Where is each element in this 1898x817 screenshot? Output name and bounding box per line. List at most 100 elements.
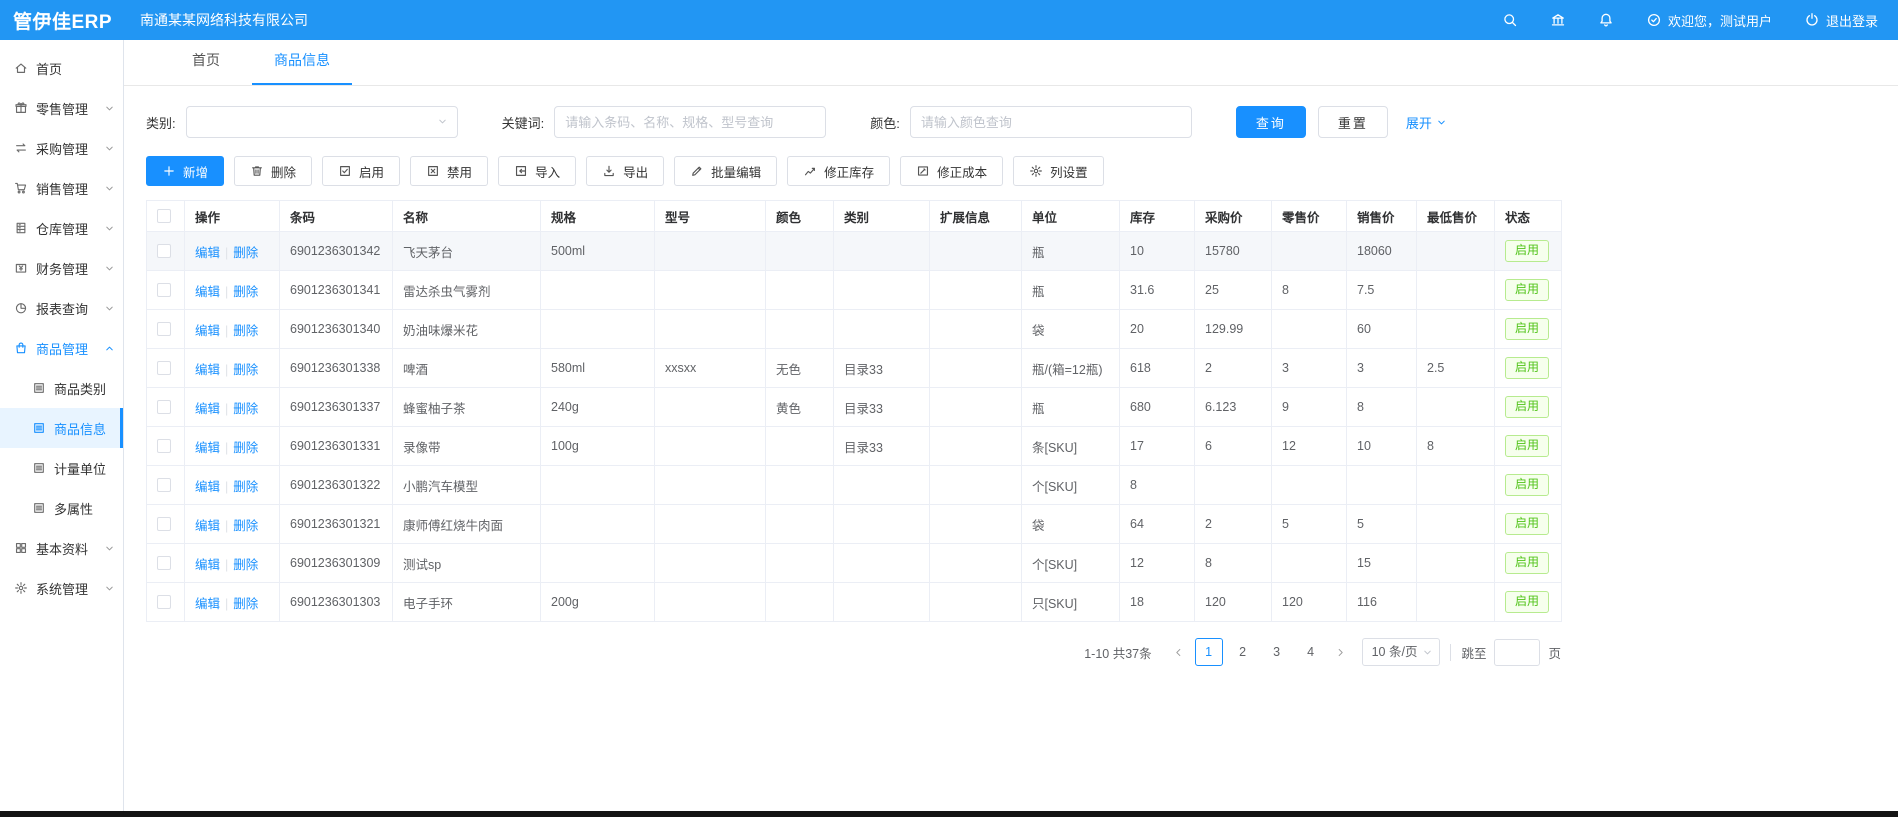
edit-link[interactable]: 编辑 <box>195 324 220 338</box>
row-checkbox[interactable] <box>157 556 171 570</box>
sidebar-item[interactable]: 商品信息 <box>0 408 123 448</box>
keyword-input[interactable] <box>554 106 826 138</box>
reset-button[interactable]: 重置 <box>1318 106 1388 138</box>
edit-link[interactable]: 编辑 <box>195 363 220 377</box>
sidebar-item[interactable]: 基本资料 <box>0 528 123 568</box>
sidebar-item[interactable]: 商品管理 <box>0 328 123 368</box>
welcome-user[interactable]: 欢迎您，测试用户 <box>1646 11 1772 30</box>
toolbar-button-label: 修正库存 <box>824 162 874 181</box>
delete-link[interactable]: 删除 <box>233 480 258 494</box>
sidebar-item[interactable]: 零售管理 <box>0 88 123 128</box>
column-header: 最低售价 <box>1417 201 1495 232</box>
page-number-button[interactable]: 2 <box>1229 638 1257 666</box>
row-checkbox[interactable] <box>157 322 171 336</box>
model-cell <box>655 583 766 622</box>
edit-link[interactable]: 编辑 <box>195 441 220 455</box>
toolbar-button[interactable]: 修正库存 <box>787 156 890 186</box>
delete-link[interactable]: 删除 <box>233 285 258 299</box>
edit-link[interactable]: 编辑 <box>195 519 220 533</box>
row-checkbox[interactable] <box>157 439 171 453</box>
row-checkbox[interactable] <box>157 400 171 414</box>
edit-link[interactable]: 编辑 <box>195 402 220 416</box>
delete-link[interactable]: 删除 <box>233 519 258 533</box>
sidebar-item[interactable]: 报表查询 <box>0 288 123 328</box>
row-checkbox[interactable] <box>157 244 171 258</box>
edit-link[interactable]: 编辑 <box>195 597 220 611</box>
row-checkbox[interactable] <box>157 595 171 609</box>
row-checkbox[interactable] <box>157 517 171 531</box>
sidebar-item[interactable]: 销售管理 <box>0 168 123 208</box>
search-button[interactable]: 查询 <box>1236 106 1306 138</box>
jump-input[interactable] <box>1494 639 1540 666</box>
chevron-right-icon <box>1335 647 1346 658</box>
toolbar-button[interactable]: 禁用 <box>410 156 488 186</box>
sidebar-item[interactable]: 财务管理 <box>0 248 123 288</box>
status-icon <box>1646 12 1662 28</box>
row-actions-cell: 编辑|删除 <box>185 271 280 310</box>
sidebar-item[interactable]: 首页 <box>0 48 123 88</box>
sidebar-item[interactable]: 计量单位 <box>0 448 123 488</box>
row-select-cell <box>147 271 185 310</box>
column-header: 采购价 <box>1195 201 1272 232</box>
expand-button[interactable]: 展开 <box>1406 113 1447 132</box>
sidebar-item[interactable]: 系统管理 <box>0 568 123 608</box>
row-checkbox[interactable] <box>157 361 171 375</box>
toolbar-button[interactable]: 启用 <box>322 156 400 186</box>
column-header: 名称 <box>393 201 541 232</box>
edit-link[interactable]: 编辑 <box>195 558 220 572</box>
edit-link[interactable]: 编辑 <box>195 246 220 260</box>
delete-link[interactable]: 删除 <box>233 324 258 338</box>
prev-page-button[interactable] <box>1166 638 1192 666</box>
tab[interactable]: 首页 <box>170 50 242 85</box>
edit-link[interactable]: 编辑 <box>195 480 220 494</box>
toolbar-button[interactable]: 修正成本 <box>900 156 1003 186</box>
delete-link[interactable]: 删除 <box>233 402 258 416</box>
delete-link[interactable]: 删除 <box>233 558 258 572</box>
toolbar-button[interactable]: 删除 <box>234 156 312 186</box>
toolbar-button[interactable]: 导出 <box>586 156 664 186</box>
sidebar-item[interactable]: 仓库管理 <box>0 208 123 248</box>
unit-cell: 瓶/(箱=12瓶) <box>1022 349 1120 388</box>
toolbar-button[interactable]: 列设置 <box>1013 156 1104 186</box>
content-area: 首页 商品信息 类别: 关键词: <box>124 40 1898 817</box>
chevron-icon <box>104 143 115 154</box>
name-cell: 小鹏汽车模型 <box>393 466 541 505</box>
tab[interactable]: 商品信息 <box>252 50 352 85</box>
status-badge: 启用 <box>1505 552 1549 575</box>
delete-link[interactable]: 删除 <box>233 441 258 455</box>
sidebar-item[interactable]: 多属性 <box>0 488 123 528</box>
sidebar-item[interactable]: 采购管理 <box>0 128 123 168</box>
page-number-button[interactable]: 3 <box>1263 638 1291 666</box>
delete-link[interactable]: 删除 <box>233 363 258 377</box>
bell-icon[interactable] <box>1598 12 1614 28</box>
status-badge: 启用 <box>1505 396 1549 419</box>
toolbar-button[interactable]: 导入 <box>498 156 576 186</box>
search-icon[interactable] <box>1502 12 1518 28</box>
row-actions-cell: 编辑|删除 <box>185 583 280 622</box>
page-number-button[interactable]: 1 <box>1195 638 1223 666</box>
category-select[interactable] <box>186 106 458 138</box>
row-checkbox[interactable] <box>157 478 171 492</box>
column-header: 销售价 <box>1347 201 1417 232</box>
unit-cell: 瓶 <box>1022 232 1120 271</box>
toolbar-button[interactable]: 批量编辑 <box>674 156 777 186</box>
row-checkbox[interactable] <box>157 283 171 297</box>
status-badge: 启用 <box>1505 357 1549 380</box>
bank-icon[interactable] <box>1550 12 1566 28</box>
edit-link[interactable]: 编辑 <box>195 285 220 299</box>
toolbar-button[interactable]: 新增 <box>146 156 224 186</box>
toolbar-button-label: 修正成本 <box>937 162 987 181</box>
page-number-button[interactable]: 4 <box>1297 638 1325 666</box>
select-all-header <box>147 201 185 232</box>
color-input[interactable] <box>910 106 1192 138</box>
delete-link[interactable]: 删除 <box>233 597 258 611</box>
model-cell <box>655 232 766 271</box>
color-filter: 颜色: <box>870 106 1192 138</box>
delete-link[interactable]: 删除 <box>233 246 258 260</box>
select-all-checkbox[interactable] <box>157 209 171 223</box>
page-size-select[interactable]: 10 条/页 <box>1362 638 1441 666</box>
logout-button[interactable]: 退出登录 <box>1804 11 1878 30</box>
table-row: 编辑|删除 6901236301321 康师傅红烧牛肉面 袋 64 2 <box>147 505 1562 544</box>
sidebar-item[interactable]: 商品类别 <box>0 368 123 408</box>
next-page-button[interactable] <box>1328 638 1354 666</box>
